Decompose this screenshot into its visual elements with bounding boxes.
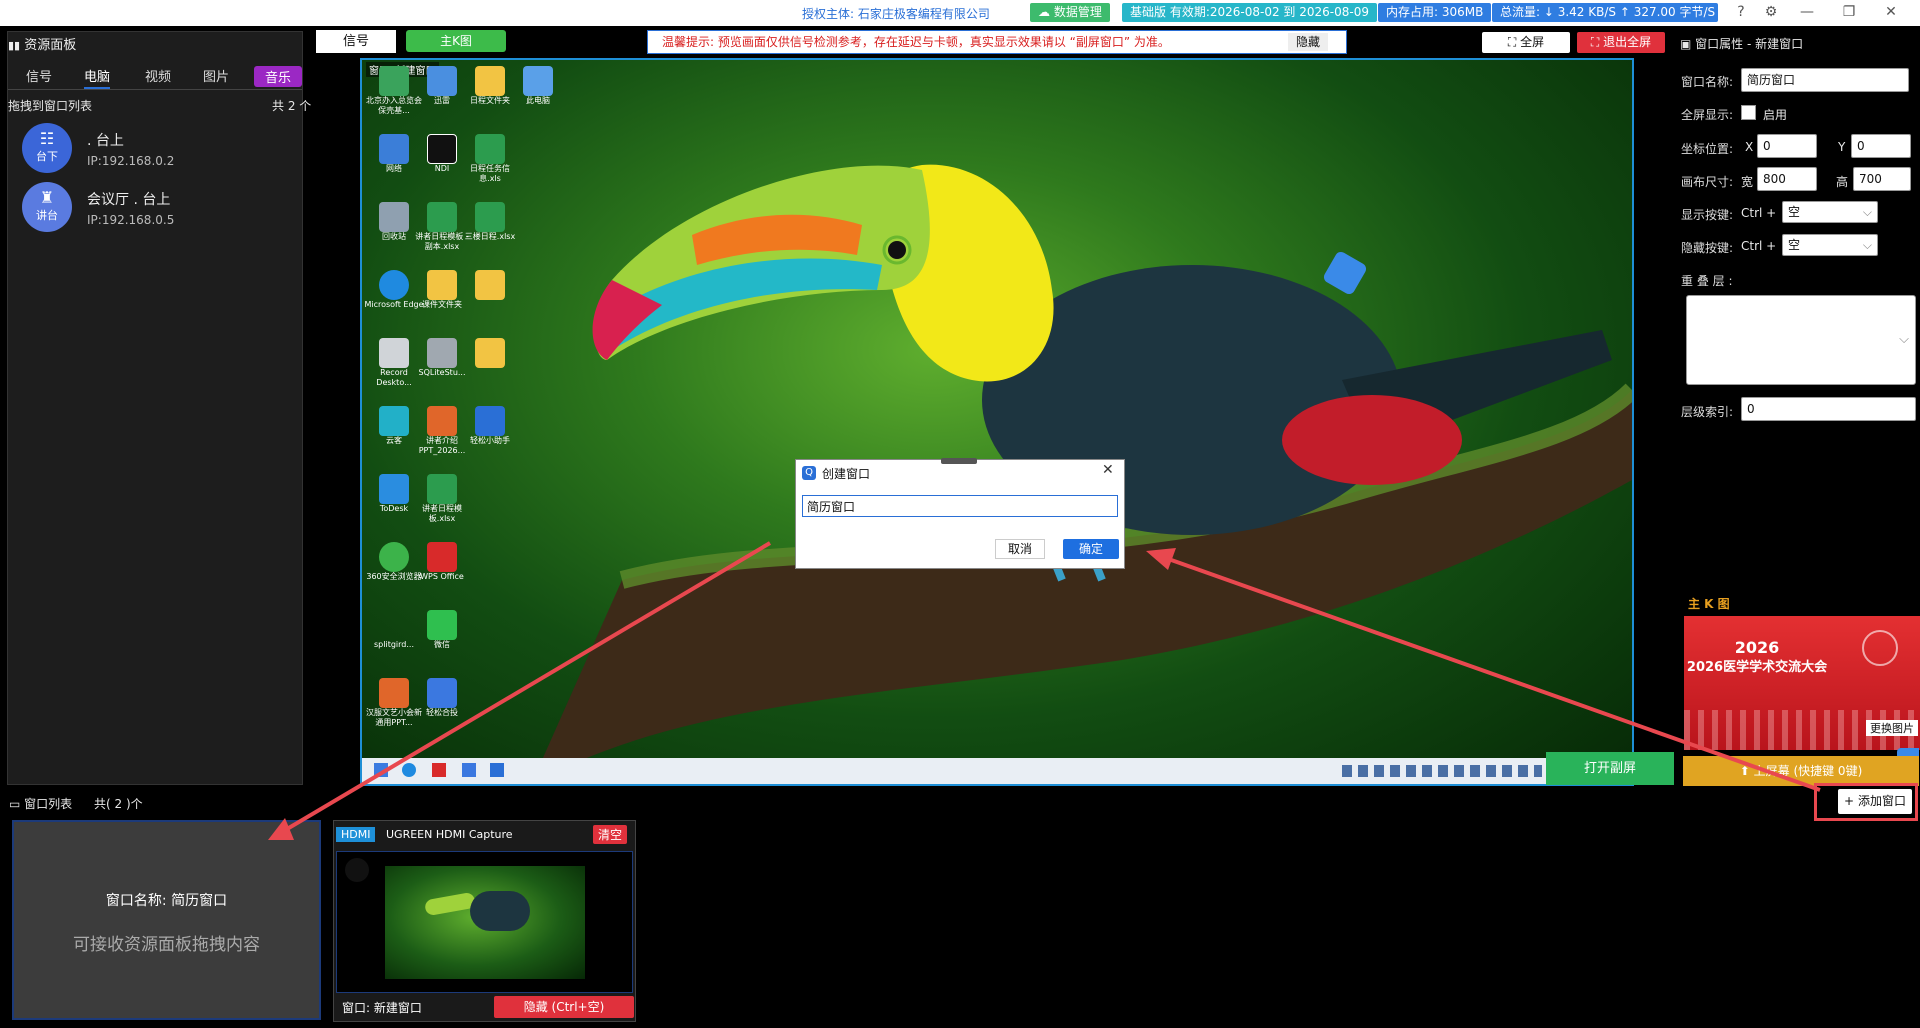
arrow-to-dialog — [1159, 554, 1821, 792]
annotation-arrows — [268, 541, 1821, 840]
arrow-head — [1146, 548, 1176, 570]
arrow-to-card — [280, 541, 772, 834]
